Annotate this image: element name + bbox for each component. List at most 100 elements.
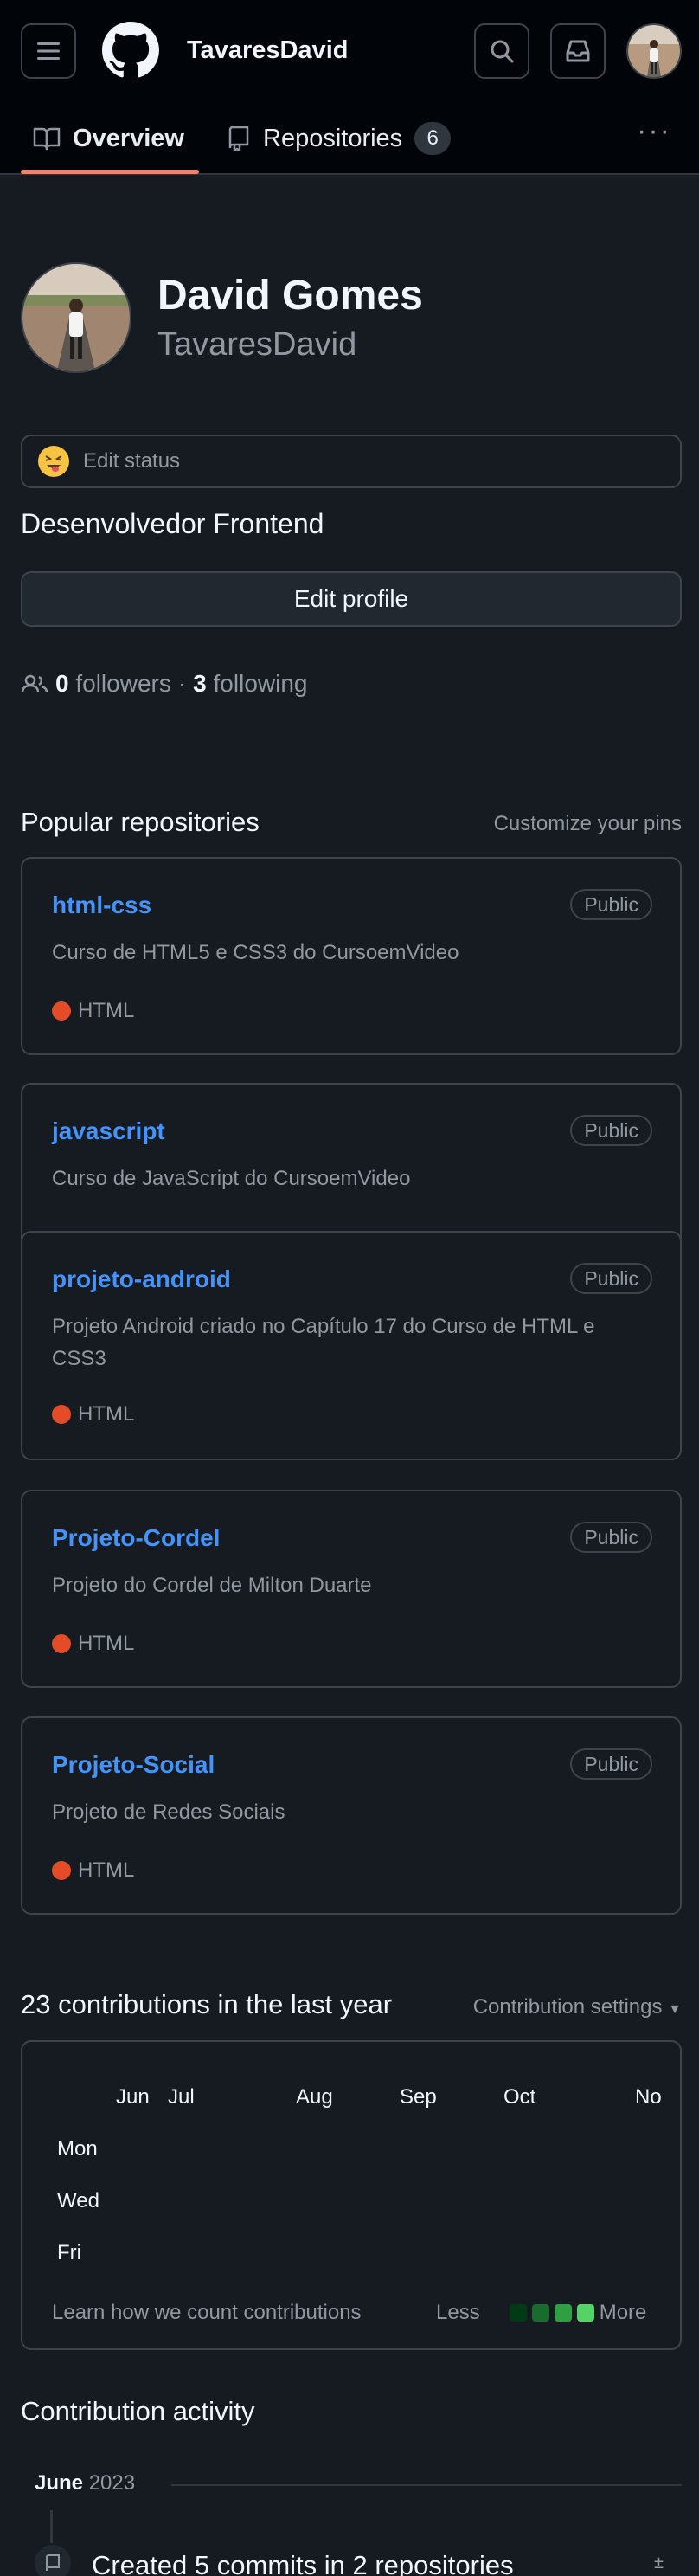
profile-login: TavaresDavid: [157, 326, 357, 363]
language-color-dot: [52, 1861, 71, 1880]
legend-less: Less: [436, 2301, 480, 2324]
top-bar: TavaresDavid: [0, 0, 699, 102]
month-divider: [171, 2484, 682, 2486]
day-label: Mon: [57, 2137, 98, 2161]
user-avatar-menu[interactable]: [626, 23, 682, 79]
book-icon: [33, 127, 61, 151]
visibility-badge: Public: [570, 1522, 652, 1553]
search-button[interactable]: [474, 23, 529, 79]
legend-square: [576, 2304, 594, 2322]
visibility-badge: Public: [570, 1748, 652, 1780]
contribution-settings-label: Contribution settings: [472, 1995, 663, 2019]
search-icon: [491, 40, 514, 63]
avatar: [628, 25, 680, 77]
more-options-icon[interactable]: ···: [637, 114, 671, 148]
tab-repositories[interactable]: Repositories 6: [227, 102, 452, 175]
repo-description: Curso de JavaScript do CursoemVideo: [52, 1167, 411, 1190]
repo-link[interactable]: html-css: [52, 892, 151, 919]
month-label: Aug: [296, 2085, 333, 2109]
inbox-button[interactable]: [550, 23, 606, 79]
activity-month-heading: June 2023: [35, 2471, 135, 2496]
repo-link[interactable]: Projeto-Social: [52, 1751, 215, 1779]
customize-pins-link[interactable]: Customize your pins: [494, 812, 682, 836]
avatar: [22, 264, 130, 371]
month-label: Oct: [503, 2085, 536, 2109]
repo-card: Projeto-Cordel Public Projeto do Cordel …: [21, 1490, 682, 1688]
visibility-badge: Public: [570, 1263, 652, 1294]
followers-link[interactable]: 0 followers: [55, 670, 171, 698]
inbox-icon: [566, 40, 590, 62]
month-label: Jun: [116, 2085, 150, 2109]
profile-bio: Desenvolvedor Frontend: [21, 508, 324, 539]
active-tab-indicator: [21, 170, 199, 174]
repo-language: HTML: [52, 999, 134, 1023]
followers-count: 0: [55, 670, 69, 697]
edit-profile-button[interactable]: Edit profile: [21, 571, 682, 627]
activity-event-summary[interactable]: Created 5 commits in 2 repositories: [92, 2550, 514, 2576]
legend-square: [554, 2304, 572, 2322]
followers-label: followers: [75, 670, 171, 697]
edit-status-button[interactable]: Edit status: [21, 435, 682, 488]
profile-avatar[interactable]: [21, 262, 131, 373]
follow-stats: 0 followers · 3 following: [21, 670, 307, 698]
repo-icon: [228, 126, 249, 151]
language-name: HTML: [78, 999, 135, 1022]
visibility-badge: Public: [570, 889, 652, 920]
repo-push-icon: [33, 2543, 73, 2576]
activity-month: June: [35, 2471, 84, 2495]
repo-language: HTML: [52, 1858, 134, 1883]
legend-more: More: [599, 2301, 647, 2324]
month-label: Sep: [400, 2085, 437, 2109]
month-label: No: [635, 2085, 662, 2109]
language-name: HTML: [78, 1858, 135, 1882]
following-label: following: [213, 670, 308, 697]
hamburger-icon: [37, 42, 60, 60]
repo-language: HTML: [52, 1632, 134, 1656]
language-name: HTML: [78, 1632, 135, 1655]
repo-card: Projeto-Social Public Projeto de Redes S…: [21, 1716, 682, 1915]
people-icon: [21, 674, 48, 693]
contributions-title: 23 contributions in the last year: [21, 1989, 393, 2019]
contribution-activity-title: Contribution activity: [21, 2396, 255, 2426]
profile-tabs: Overview Repositories 6 ···: [0, 102, 699, 175]
repo-card: projeto-android Public Projeto Android c…: [21, 1231, 682, 1460]
status-placeholder: Edit status: [83, 449, 181, 473]
contribution-graph: Jun Jul Aug Sep Oct No Mon Wed Fri Learn…: [21, 2040, 682, 2350]
chevron-down-icon: ▼: [668, 2002, 682, 2017]
follow-separator: ·: [177, 670, 187, 697]
day-label: Wed: [57, 2189, 99, 2212]
repo-description: Projeto Android criado no Capítulo 17 do…: [52, 1315, 595, 1370]
tab-repositories-label: Repositories: [263, 124, 403, 152]
repo-description: Curso de HTML5 e CSS3 do CursoemVideo: [52, 941, 459, 964]
learn-contributions-link[interactable]: Learn how we count contributions: [52, 2301, 362, 2325]
language-color-dot: [52, 1001, 71, 1021]
following-count: 3: [193, 670, 207, 697]
repo-description: Projeto do Cordel de Milton Duarte: [52, 1574, 372, 1597]
language-color-dot: [52, 1405, 71, 1424]
legend-square: [531, 2304, 549, 2322]
repo-link[interactable]: javascript: [52, 1117, 165, 1145]
profile-full-name: David Gomes: [157, 273, 423, 319]
header-username[interactable]: TavaresDavid: [187, 36, 348, 65]
contribution-settings-dropdown[interactable]: Contribution settings ▼: [473, 1995, 682, 2019]
repo-description: Projeto de Redes Sociais: [52, 1800, 285, 1824]
repo-card: javascript Public Curso de JavaScript do…: [21, 1083, 682, 1239]
tab-overview[interactable]: Overview: [33, 102, 184, 175]
following-link[interactable]: 3 following: [193, 670, 307, 698]
legend-square: [509, 2304, 527, 2322]
language-name: HTML: [78, 1402, 135, 1426]
visibility-badge: Public: [570, 1115, 652, 1146]
repo-link[interactable]: projeto-android: [52, 1265, 231, 1293]
repo-link[interactable]: Projeto-Cordel: [52, 1524, 220, 1552]
popular-repositories-title: Popular repositories: [21, 807, 260, 837]
day-label: Fri: [57, 2241, 81, 2264]
repo-card: html-css Public Curso de HTML5 e CSS3 do…: [21, 857, 682, 1055]
expand-icon[interactable]: ±: [654, 2553, 664, 2573]
repo-language: HTML: [52, 1402, 134, 1426]
github-logo-icon[interactable]: [102, 22, 159, 79]
menu-button[interactable]: [21, 23, 76, 79]
contribution-legend: Less More: [436, 2301, 646, 2325]
tab-overview-label: Overview: [73, 124, 184, 152]
repositories-count-badge: 6: [414, 122, 452, 155]
status-emoji-icon: [38, 446, 69, 477]
